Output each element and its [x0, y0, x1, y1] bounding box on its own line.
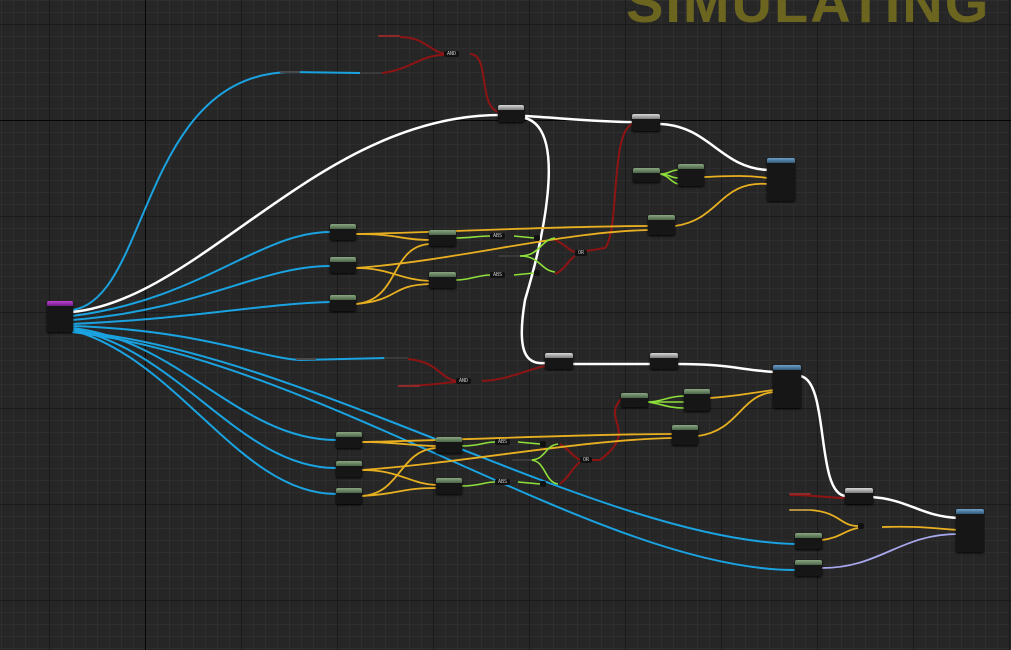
- branch-node[interactable]: [498, 105, 524, 122]
- get-location-node[interactable]: [429, 230, 456, 246]
- and-operator-node[interactable]: AND: [444, 51, 460, 57]
- variable-getter[interactable]: [296, 358, 316, 360]
- float-wire: [355, 233, 431, 241]
- vector-wire: [517, 481, 541, 485]
- branch-node[interactable]: [545, 353, 573, 369]
- object-wire: [71, 328, 337, 469]
- or-operator-node[interactable]: OR: [575, 250, 588, 256]
- vector-wire: [455, 235, 491, 239]
- branch-node[interactable]: [845, 488, 873, 504]
- object-wire: [71, 329, 337, 495]
- exec-wire: [659, 122, 769, 172]
- get-component-node[interactable]: [330, 295, 356, 311]
- vector-wire: [647, 395, 685, 403]
- set-node[interactable]: [773, 365, 801, 408]
- exec-wire: [871, 495, 959, 520]
- abs-operator-node[interactable]: ABS: [490, 233, 506, 239]
- float-wire: [881, 525, 959, 531]
- make-vector-node[interactable]: [621, 393, 648, 407]
- object-wire: [71, 265, 331, 321]
- make-vector-node[interactable]: [633, 168, 660, 182]
- exec-wire: [677, 362, 776, 374]
- variable-getter[interactable]: [789, 493, 811, 495]
- set-node[interactable]: [767, 158, 795, 201]
- variable-getter[interactable]: [280, 71, 300, 73]
- wire-layer: [71, 36, 959, 571]
- compare-operator-node[interactable]: [534, 270, 540, 276]
- compare-operator-node[interactable]: [540, 481, 546, 487]
- get-component-node[interactable]: [336, 432, 362, 448]
- get-component-node[interactable]: [795, 533, 822, 549]
- bool-wire: [399, 36, 447, 55]
- get-component-node[interactable]: [330, 257, 356, 273]
- get-component-node[interactable]: [795, 560, 822, 576]
- float-wire: [809, 509, 859, 527]
- or-operator-node[interactable]: OR: [580, 457, 593, 463]
- variable-getter[interactable]: [789, 509, 811, 511]
- float-wire: [703, 175, 769, 179]
- variable-getter[interactable]: [398, 385, 420, 387]
- variable-getter[interactable]: [384, 357, 408, 359]
- vector-wire: [517, 441, 541, 445]
- bool-wire: [789, 494, 847, 499]
- get-component-node[interactable]: [336, 488, 362, 504]
- multiply-operator-node[interactable]: [858, 523, 864, 529]
- float-wire: [674, 182, 769, 227]
- bool-wire: [559, 461, 581, 485]
- bool-wire: [469, 53, 499, 113]
- object-wire: [71, 327, 337, 441]
- abs-operator-node[interactable]: ABS: [495, 439, 511, 445]
- get-location-node[interactable]: [429, 272, 456, 288]
- vector-wire: [455, 274, 491, 281]
- get-location-node[interactable]: [436, 437, 462, 453]
- vector-wire: [461, 441, 496, 447]
- bool-wire: [554, 255, 576, 275]
- vector-wire: [647, 401, 685, 409]
- lilac-wire: [821, 533, 959, 569]
- float-wire: [361, 437, 673, 471]
- exec-wire: [799, 374, 847, 498]
- object-wire: [71, 301, 331, 325]
- make-vector-node[interactable]: [678, 164, 704, 186]
- variable-getter[interactable]: [360, 72, 382, 74]
- variable-getter[interactable]: [378, 35, 400, 37]
- vector-wire: [513, 235, 535, 239]
- set-node[interactable]: [956, 509, 984, 552]
- branch-node[interactable]: [650, 353, 678, 369]
- abs-operator-node[interactable]: ABS: [490, 272, 506, 278]
- exec-wire: [524, 114, 634, 124]
- get-location-node[interactable]: [436, 478, 462, 494]
- bool-wire: [407, 358, 459, 382]
- variable-getter[interactable]: [498, 255, 520, 257]
- blueprint-graph-canvas[interactable]: SIMULATING AND AND OR OR ABS ABS ABS ABS: [0, 0, 1011, 650]
- float-wire: [821, 527, 859, 541]
- get-component-node[interactable]: [330, 224, 356, 240]
- bool-wire: [381, 54, 445, 74]
- compare-operator-node[interactable]: [534, 235, 540, 241]
- get-component-node[interactable]: [336, 461, 362, 477]
- object-wire: [71, 70, 361, 311]
- vector-wire: [461, 481, 496, 487]
- get-velocity-node[interactable]: [672, 425, 698, 445]
- bool-wire: [481, 365, 547, 382]
- bool-wire: [585, 397, 623, 461]
- branch-node[interactable]: [632, 114, 660, 131]
- float-wire: [361, 487, 437, 497]
- get-velocity-node[interactable]: [648, 215, 675, 235]
- event-node-icon: [47, 301, 73, 306]
- make-vector-node[interactable]: [684, 389, 710, 411]
- compare-operator-node[interactable]: [540, 441, 546, 447]
- and-operator-node[interactable]: AND: [456, 378, 472, 384]
- variable-getter[interactable]: [512, 459, 532, 461]
- bool-wire: [554, 239, 576, 253]
- event-node[interactable]: [47, 301, 73, 332]
- object-wire: [71, 325, 386, 362]
- abs-operator-node[interactable]: ABS: [495, 479, 511, 485]
